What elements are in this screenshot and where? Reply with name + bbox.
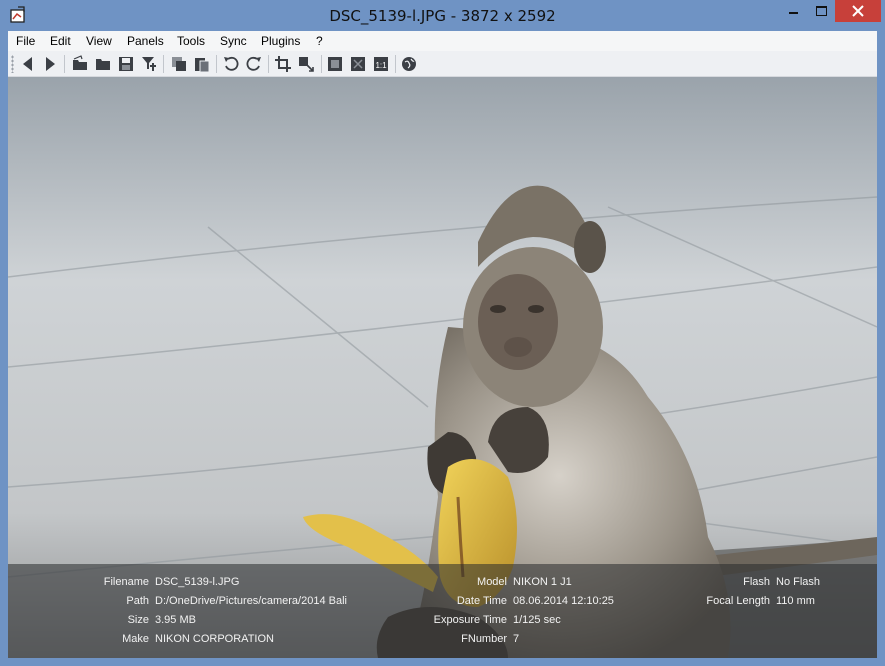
exif-value: 110 mm bbox=[776, 595, 815, 607]
menu-file[interactable]: File bbox=[16, 34, 35, 48]
exif-row-size: Size 3.95 MB bbox=[8, 614, 408, 628]
exif-key: Model bbox=[477, 576, 507, 588]
paste-icon[interactable] bbox=[192, 54, 212, 74]
exif-key: Make bbox=[122, 633, 149, 645]
exif-row-filename: Filename DSC_5139-l.JPG bbox=[8, 576, 408, 590]
toolbar-grip[interactable] bbox=[11, 55, 14, 73]
exif-key: Exposure Time bbox=[433, 614, 507, 626]
open-folder-icon[interactable] bbox=[93, 54, 113, 74]
exif-row-focal-length: Focal Length 110 mm bbox=[668, 595, 877, 609]
exif-key: Path bbox=[126, 595, 149, 607]
fullscreen-icon[interactable] bbox=[348, 54, 368, 74]
copy-icon[interactable] bbox=[169, 54, 189, 74]
toolbar-separator bbox=[321, 55, 322, 73]
exif-value: NIKON CORPORATION bbox=[155, 633, 274, 645]
exif-key: FNumber bbox=[461, 633, 507, 645]
exif-row-model: Model NIKON 1 J1 bbox=[408, 576, 668, 590]
exif-value: NIKON 1 J1 bbox=[513, 576, 572, 588]
menu-view[interactable]: View bbox=[86, 34, 112, 48]
toolbar-separator bbox=[163, 55, 164, 73]
toolbar: 1:1 bbox=[8, 51, 877, 77]
forward-icon[interactable] bbox=[40, 54, 60, 74]
close-button[interactable] bbox=[835, 0, 881, 22]
toolbar-separator bbox=[268, 55, 269, 73]
window-title: DSC_5139-l.JPG - 3872 x 2592 bbox=[329, 7, 556, 25]
rotate-left-icon[interactable] bbox=[221, 54, 241, 74]
back-icon[interactable] bbox=[18, 54, 38, 74]
exif-value: 3.95 MB bbox=[155, 614, 196, 626]
exif-value: No Flash bbox=[776, 576, 821, 588]
open-file-icon[interactable] bbox=[70, 54, 90, 74]
exif-key: Date Time bbox=[456, 595, 507, 607]
menu-sync[interactable]: Sync bbox=[220, 34, 247, 48]
menu-tools[interactable]: Tools bbox=[177, 34, 205, 48]
exif-value: 1/125 sec bbox=[513, 614, 561, 626]
exif-row-make: Make NIKON CORPORATION bbox=[8, 633, 408, 647]
toolbar-separator bbox=[64, 55, 65, 73]
web-icon[interactable] bbox=[399, 54, 419, 74]
menu-help[interactable]: ? bbox=[316, 34, 323, 48]
exif-row-flash: Flash No Flash bbox=[668, 576, 877, 590]
toolbar-separator bbox=[395, 55, 396, 73]
exif-row-datetime: Date Time 08.06.2014 12:10:25 bbox=[408, 595, 668, 609]
rotate-right-icon[interactable] bbox=[244, 54, 264, 74]
resize-icon[interactable] bbox=[296, 54, 316, 74]
menu-bar: File Edit View Panels Tools Sync Plugins… bbox=[8, 31, 877, 51]
exif-key: Filename bbox=[103, 576, 149, 588]
maximize-button[interactable] bbox=[807, 0, 835, 22]
crop-icon[interactable] bbox=[273, 54, 293, 74]
exif-info-panel: Filename DSC_5139-l.JPG Path D:/OneDrive… bbox=[8, 564, 877, 658]
save-icon[interactable] bbox=[116, 54, 136, 74]
exif-row-exposure: Exposure Time 1/125 sec bbox=[408, 614, 668, 628]
actual-size-icon[interactable]: 1:1 bbox=[371, 54, 391, 74]
close-icon bbox=[852, 5, 864, 17]
menu-panels[interactable]: Panels bbox=[127, 34, 164, 48]
exif-value: D:/OneDrive/Pictures/camera/2014 Bali bbox=[155, 595, 347, 607]
exif-key: Size bbox=[127, 614, 149, 626]
minimize-button[interactable] bbox=[779, 0, 807, 22]
title-bar[interactable]: DSC_5139-l.JPG - 3872 x 2592 bbox=[0, 0, 885, 31]
save-as-icon[interactable] bbox=[139, 54, 159, 74]
app-window: DSC_5139-l.JPG - 3872 x 2592 File Edit V… bbox=[0, 0, 885, 666]
exif-key: Flash bbox=[743, 576, 770, 588]
toolbar-separator bbox=[216, 55, 217, 73]
exif-value: DSC_5139-l.JPG bbox=[155, 576, 240, 588]
actual-size-label: 1:1 bbox=[375, 61, 387, 70]
exif-key: Focal Length bbox=[706, 595, 770, 607]
exif-value: 08.06.2014 12:10:25 bbox=[513, 595, 614, 607]
exif-row-fnumber: FNumber 7 bbox=[408, 633, 668, 647]
image-viewer[interactable]: Filename DSC_5139-l.JPG Path D:/OneDrive… bbox=[8, 77, 877, 658]
exif-row-path: Path D:/OneDrive/Pictures/camera/2014 Ba… bbox=[8, 595, 408, 609]
menu-edit[interactable]: Edit bbox=[50, 34, 71, 48]
exif-value: 7 bbox=[513, 633, 520, 645]
fit-window-icon[interactable] bbox=[325, 54, 345, 74]
menu-plugins[interactable]: Plugins bbox=[261, 34, 300, 48]
